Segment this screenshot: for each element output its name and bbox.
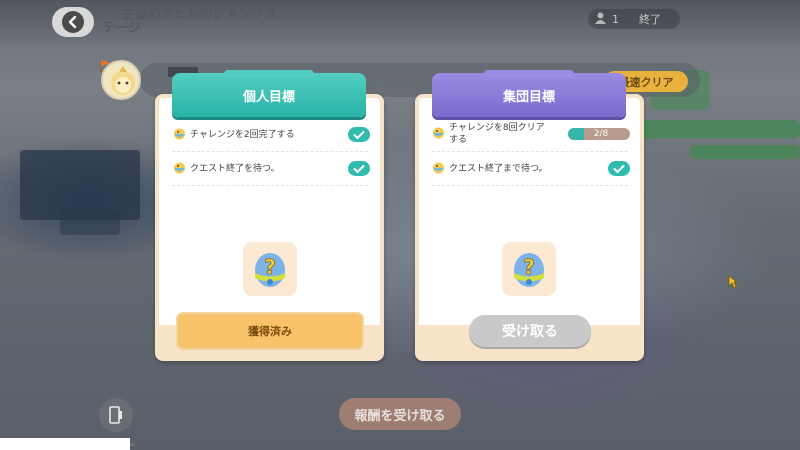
- duck-icon: [433, 127, 444, 139]
- task-label: クエスト終了まで待つ。: [449, 164, 548, 174]
- claimed-button[interactable]: 獲得済み: [176, 312, 364, 350]
- divider: [172, 185, 368, 186]
- divider: [432, 151, 628, 152]
- overlay-strip: [0, 438, 130, 450]
- player-status: 1 終了: [588, 9, 680, 29]
- group-goal-title: 集団目標: [502, 89, 555, 105]
- challenge-progress-bar: 2/8: [568, 128, 630, 140]
- status-label: 終了: [639, 13, 661, 26]
- mystery-egg-icon: ?: [514, 253, 544, 287]
- duck-icon: [433, 162, 444, 174]
- claim-all-rewards-button[interactable]: 報酬を受け取る: [339, 398, 461, 430]
- duck-icon: [174, 128, 185, 140]
- person-icon: [595, 12, 606, 27]
- svg-text:?: ?: [523, 255, 535, 279]
- svg-text:?: ?: [264, 255, 276, 279]
- divider: [172, 151, 368, 152]
- task-label: チャレンジを2回完了する: [190, 130, 295, 140]
- progress-text: 2/8: [593, 129, 609, 139]
- reward-item[interactable]: ?: [502, 242, 556, 296]
- task-item: チャレンジを2回完了する: [173, 127, 295, 140]
- task-item: クエスト終了を待つ。: [173, 161, 280, 174]
- back-button[interactable]: [52, 7, 94, 37]
- dark-structure: [60, 210, 120, 235]
- player-count: 1: [612, 12, 619, 26]
- green-platform: [620, 120, 800, 138]
- personal-goal-title: 個人目標: [242, 89, 295, 105]
- receive-button[interactable]: 受け取る: [469, 315, 591, 347]
- overlay-dot: [131, 443, 134, 446]
- page-title: 主催のアヒルのジャンプス テージ: [102, 7, 277, 36]
- green-platform: [690, 145, 800, 159]
- reward-item[interactable]: ?: [243, 242, 297, 296]
- duck-icon: [174, 162, 185, 174]
- chevron-left-icon: [62, 11, 84, 33]
- personal-goal-header: 個人目標: [172, 70, 366, 117]
- exit-door-icon: [109, 406, 122, 424]
- group-goal-header: 集団目標: [432, 70, 626, 117]
- task-label: チャレンジを8回クリア する: [449, 123, 545, 145]
- mystery-egg-icon: ?: [255, 253, 285, 287]
- mouse-cursor-icon: [728, 274, 739, 293]
- flag-icon: [98, 58, 114, 78]
- task-label: クエスト終了を待つ。: [190, 164, 280, 174]
- checkmark-icon: [348, 127, 370, 142]
- divider: [432, 185, 628, 186]
- checkmark-icon: [608, 161, 630, 176]
- exit-button[interactable]: [99, 398, 133, 432]
- checkmark-icon: [348, 161, 370, 176]
- task-item: チャレンジを8回クリア する: [432, 122, 545, 146]
- task-item: クエスト終了まで待つ。: [432, 161, 548, 174]
